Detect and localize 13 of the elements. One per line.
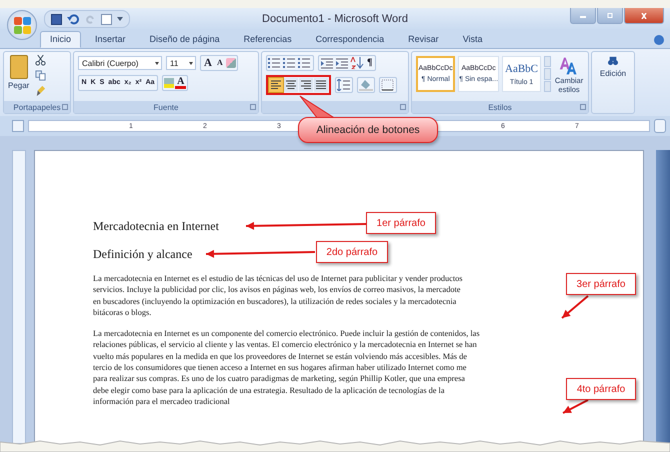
body-paragraph: La mercadotecnia en Internet es un componente del comercio electrónico. Puede incluir la gestión de contenidos, las relaciones públicas, el servicio al cliente y las ventas. El comercio electrónico y la mercadotecnia en Internet se han vuelto más populares en la medida en que los proveedores de Internet se están volviendo más accesibles. Más de tercio de los consumidores que tienen acceso a Internet en sus hogares afirman haber utilizado Internet como me para realizar sus compras. Es uno de los cuatro paradigmas de marketing, según Phillip Kotler, que una empresa debe elegir como base para la aplicación de una estrategia. Resultado de la aplicación de tecnologías de la información para el mercadeo tradicional [93, 328, 480, 408]
group-label: Fuente [154, 102, 178, 112]
window-title: Documento1 - Microsoft Word [261, 13, 409, 25]
callout-label: 4to párrafo [566, 378, 636, 400]
document-heading: Mercadotecnia en Internet [93, 219, 219, 233]
group-label: Estilos [488, 102, 512, 112]
group-label: Portapapeles [13, 102, 61, 112]
callout-tooltip: Alineación de botones [298, 117, 438, 143]
callout-label: 2do párrafo [316, 241, 388, 263]
callout-label: 1er párrafo [366, 212, 436, 234]
body-paragraph: La mercadotecnia en Internet es el estudio de las técnicas del uso de Internet para publicitar y vender productos servicios. Incluye la publicidad por clic, los avisos en páginas web, los envíos de correo masivos, la mercadote en buscadores (incluyendo la optimización en buscadores), la utilización de redes sociales y la mercadotecnia bitácoras o blogs. [93, 273, 463, 318]
document-subheading: Definición y alcance [93, 247, 192, 261]
callout-label: 3er párrafo [566, 273, 636, 295]
